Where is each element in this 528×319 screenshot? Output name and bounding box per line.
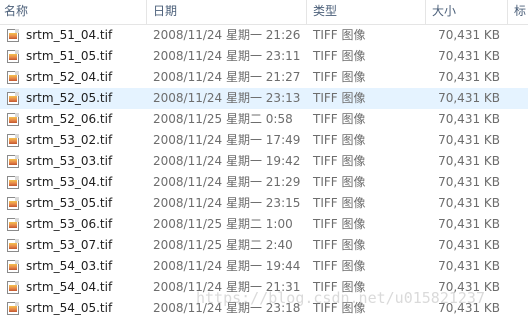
file-date-modified: 2008/11/24 星期一 23:18 [153, 301, 301, 315]
file-row[interactable]: srtm_54_03.tif 2008/11/24 星期一 19:44 TIFF 图… [0, 256, 528, 277]
file-row[interactable]: srtm_53_07.tif 2008/11/25 星期二 2:40 TIFF 图像… [0, 235, 528, 256]
file-size: 70,431 KB [438, 91, 500, 105]
file-date-modified: 2008/11/24 星期一 19:42 [153, 154, 301, 168]
file-row[interactable]: srtm_52_06.tif 2008/11/25 星期二 0:58 TIFF 图像… [0, 109, 528, 130]
file-size: 70,431 KB [438, 175, 500, 189]
column-header-bar: 名称 日期 类型 大小 标 [0, 0, 528, 25]
tiff-image-file-icon [7, 92, 19, 105]
file-date-modified: 2008/11/25 星期二 2:40 [153, 238, 293, 252]
file-row[interactable]: srtm_54_04.tif 2008/11/24 星期一 21:31 TIFF 图… [0, 277, 528, 298]
file-date-modified: 2008/11/24 星期一 21:27 [153, 70, 301, 84]
tiff-image-file-icon [7, 176, 19, 189]
column-divider[interactable] [306, 0, 307, 24]
file-size: 70,431 KB [438, 70, 500, 84]
file-type: TIFF 图像 [313, 280, 366, 294]
file-date-modified: 2008/11/24 星期一 23:11 [153, 49, 301, 63]
tiff-image-file-icon [7, 239, 19, 252]
file-name: srtm_53_06.tif [26, 217, 113, 231]
file-name: srtm_53_05.tif [26, 196, 113, 210]
file-type: TIFF 图像 [313, 175, 366, 189]
column-divider[interactable] [425, 0, 426, 24]
file-type: TIFF 图像 [313, 112, 366, 126]
tiff-image-file-icon [7, 197, 19, 210]
column-header-type[interactable]: 类型 [313, 0, 337, 24]
file-size: 70,431 KB [438, 154, 500, 168]
file-row[interactable]: srtm_53_06.tif 2008/11/25 星期二 1:00 TIFF 图像… [0, 214, 528, 235]
file-name: srtm_51_04.tif [26, 28, 113, 42]
column-header-name[interactable]: 名称 [4, 0, 28, 24]
file-size: 70,431 KB [438, 280, 500, 294]
file-row[interactable]: srtm_51_05.tif 2008/11/24 星期一 23:11 TIFF 图… [0, 46, 528, 67]
tiff-image-file-icon [7, 281, 19, 294]
file-date-modified: 2008/11/25 星期二 1:00 [153, 217, 293, 231]
file-name: srtm_54_05.tif [26, 301, 113, 315]
file-date-modified: 2008/11/25 星期二 0:58 [153, 112, 293, 126]
file-type: TIFF 图像 [313, 70, 366, 84]
file-type: TIFF 图像 [313, 91, 366, 105]
file-type: TIFF 图像 [313, 154, 366, 168]
file-size: 70,431 KB [438, 196, 500, 210]
file-row[interactable]: srtm_52_05.tif 2008/11/24 星期一 23:13 TIFF 图… [0, 88, 528, 109]
tiff-image-file-icon [7, 155, 19, 168]
file-size: 70,431 KB [438, 28, 500, 42]
file-name: srtm_51_05.tif [26, 49, 113, 63]
file-type: TIFF 图像 [313, 301, 366, 315]
file-name: srtm_52_06.tif [26, 112, 113, 126]
tiff-image-file-icon [7, 218, 19, 231]
file-date-modified: 2008/11/24 星期一 23:13 [153, 91, 301, 105]
file-date-modified: 2008/11/24 星期一 21:29 [153, 175, 301, 189]
file-date-modified: 2008/11/24 星期一 23:15 [153, 196, 301, 210]
file-date-modified: 2008/11/24 星期一 21:31 [153, 280, 301, 294]
tiff-image-file-icon [7, 302, 19, 315]
tiff-image-file-icon [7, 29, 19, 42]
column-header-tags[interactable]: 标 [514, 0, 526, 24]
file-date-modified: 2008/11/24 星期一 17:49 [153, 133, 301, 147]
file-size: 70,431 KB [438, 133, 500, 147]
file-type: TIFF 图像 [313, 238, 366, 252]
file-row[interactable]: srtm_52_04.tif 2008/11/24 星期一 21:27 TIFF 图… [0, 67, 528, 88]
tiff-image-file-icon [7, 113, 19, 126]
file-row[interactable]: srtm_54_05.tif 2008/11/24 星期一 23:18 TIFF 图… [0, 298, 528, 319]
file-size: 70,431 KB [438, 49, 500, 63]
file-size: 70,431 KB [438, 238, 500, 252]
tiff-image-file-icon [7, 260, 19, 273]
file-type: TIFF 图像 [313, 259, 366, 273]
file-name: srtm_53_02.tif [26, 133, 113, 147]
column-header-date[interactable]: 日期 [153, 0, 177, 24]
file-row[interactable]: srtm_51_04.tif 2008/11/24 星期一 21:26 TIFF 图… [0, 25, 528, 46]
file-date-modified: 2008/11/24 星期一 21:26 [153, 28, 301, 42]
column-divider[interactable] [507, 0, 508, 24]
file-row[interactable]: srtm_53_04.tif 2008/11/24 星期一 21:29 TIFF 图… [0, 172, 528, 193]
file-type: TIFF 图像 [313, 49, 366, 63]
file-type: TIFF 图像 [313, 133, 366, 147]
file-row[interactable]: srtm_53_05.tif 2008/11/24 星期一 23:15 TIFF 图… [0, 193, 528, 214]
file-name: srtm_52_04.tif [26, 70, 113, 84]
file-size: 70,431 KB [438, 217, 500, 231]
file-name: srtm_54_03.tif [26, 259, 113, 273]
file-size: 70,431 KB [438, 301, 500, 315]
file-name: srtm_54_04.tif [26, 280, 113, 294]
file-row[interactable]: srtm_53_03.tif 2008/11/24 星期一 19:42 TIFF 图… [0, 151, 528, 172]
file-size: 70,431 KB [438, 112, 500, 126]
tiff-image-file-icon [7, 134, 19, 147]
file-name: srtm_53_03.tif [26, 154, 113, 168]
file-date-modified: 2008/11/24 星期一 19:44 [153, 259, 301, 273]
file-size: 70,431 KB [438, 259, 500, 273]
column-divider[interactable] [146, 0, 147, 24]
file-type: TIFF 图像 [313, 217, 366, 231]
column-header-size[interactable]: 大小 [432, 0, 456, 24]
file-row[interactable]: srtm_53_02.tif 2008/11/24 星期一 17:49 TIFF 图… [0, 130, 528, 151]
file-type: TIFF 图像 [313, 28, 366, 42]
file-list: srtm_51_04.tif 2008/11/24 星期一 21:26 TIFF 图… [0, 25, 528, 319]
file-name: srtm_53_04.tif [26, 175, 113, 189]
file-name: srtm_53_07.tif [26, 238, 113, 252]
tiff-image-file-icon [7, 50, 19, 63]
tiff-image-file-icon [7, 71, 19, 84]
file-name: srtm_52_05.tif [26, 91, 113, 105]
file-type: TIFF 图像 [313, 196, 366, 210]
